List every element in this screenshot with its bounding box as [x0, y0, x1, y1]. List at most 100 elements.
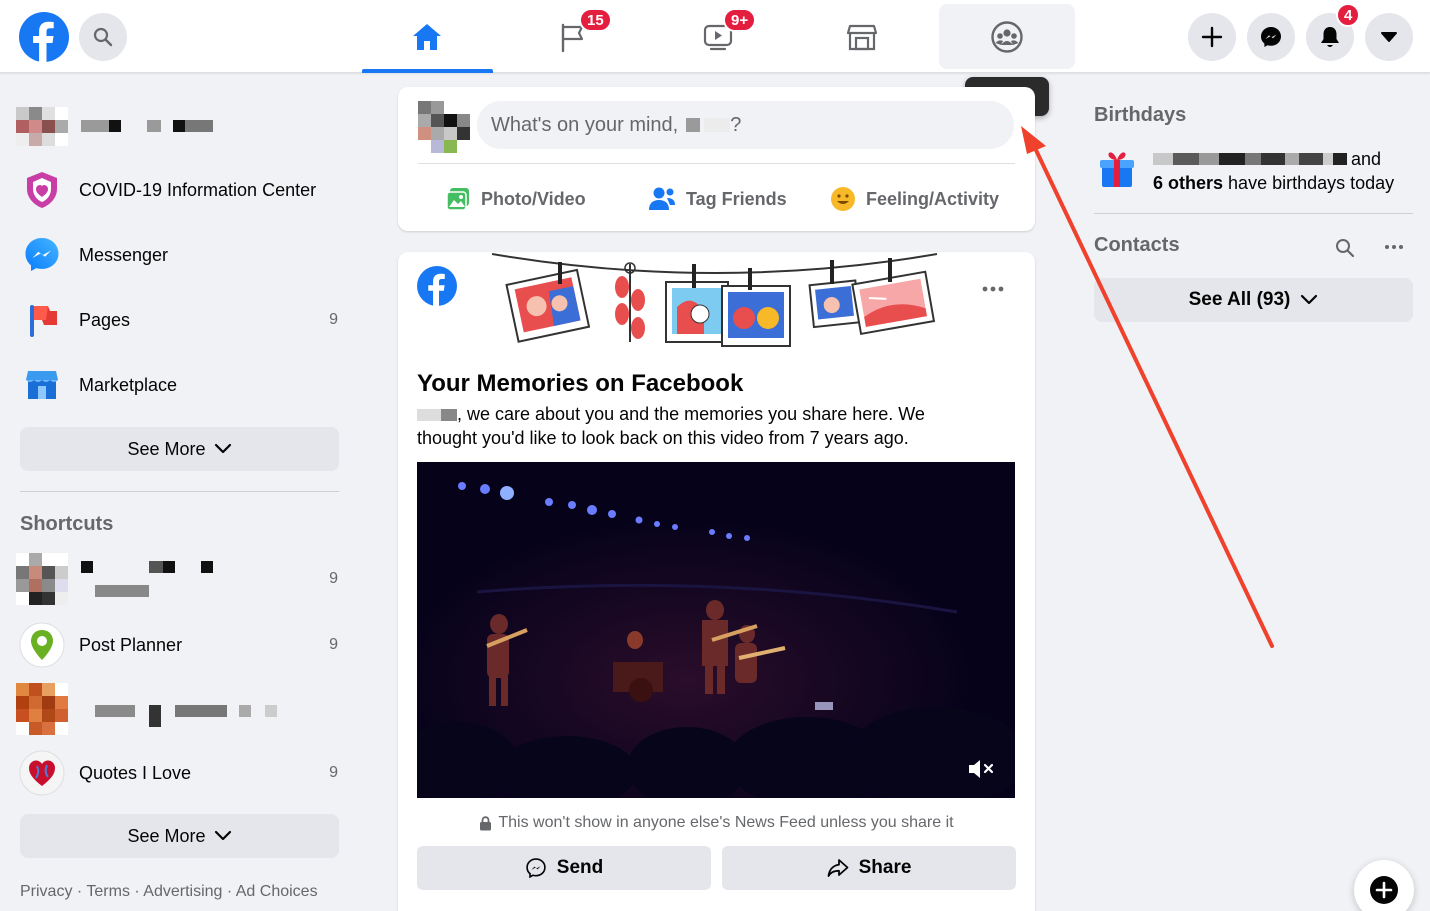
see-more-label: See More: [127, 438, 206, 459]
account-menu-button[interactable]: [1365, 13, 1413, 61]
see-more-shortcuts-button[interactable]: See More: [20, 814, 339, 858]
tab-watch[interactable]: 9+: [650, 4, 786, 69]
name-redacted: [417, 409, 457, 422]
shortcut-count: 9: [329, 570, 338, 587]
shortcut-item-post-planner[interactable]: Post Planner 9: [16, 617, 346, 673]
post-composer: What's on your mind, ? Photo/Video Tag F…: [398, 87, 1035, 231]
photo-icon: [446, 188, 469, 211]
birthday-notice[interactable]: and 6 others have birthdays today: [1153, 147, 1423, 195]
sidebar-profile[interactable]: [16, 98, 346, 154]
memory-title: Your Memories on Facebook: [417, 370, 744, 397]
birthday-and: and: [1351, 149, 1382, 169]
sidebar-item-label: Pages: [79, 309, 131, 330]
more-options-icon[interactable]: [982, 285, 1004, 293]
share-label: Share: [858, 857, 912, 878]
tab-groups[interactable]: [939, 4, 1075, 69]
composer-divider: [418, 163, 1015, 164]
memory-body: , we care about you and the memories you…: [417, 402, 977, 450]
contacts-options-icon[interactable]: [1384, 244, 1404, 250]
birthdays-title: Birthdays: [1094, 104, 1187, 126]
groups-icon: [991, 20, 1023, 53]
marketplace-icon: [26, 371, 58, 399]
chevron-down-icon: [214, 443, 231, 454]
see-more-label: See More: [127, 825, 206, 846]
facebook-logo-icon: [417, 266, 457, 306]
see-all-label: See All (93): [1188, 289, 1291, 310]
sidebar-item-marketplace[interactable]: Marketplace: [16, 357, 346, 413]
shortcut-avatar: [16, 553, 68, 605]
shortcut-name-redacted: [81, 561, 213, 597]
create-button[interactable]: [1188, 13, 1236, 61]
birthday-suffix: have birthdays today: [1228, 173, 1395, 193]
messenger-icon: [25, 238, 59, 271]
tab-pages[interactable]: 15: [505, 4, 641, 69]
sidebar-item-label: COVID-19 Information Center: [79, 179, 317, 200]
store-icon: [846, 24, 878, 50]
sidebar-item-pages[interactable]: Pages 9: [16, 292, 346, 348]
share-button[interactable]: Share: [722, 846, 1016, 890]
footer-links[interactable]: Privacy · Terms · Advertising · Ad Choic…: [20, 883, 318, 901]
memory-video[interactable]: [417, 462, 1015, 798]
shortcut-item[interactable]: 9: [16, 548, 346, 610]
shortcut-item[interactable]: [16, 681, 346, 737]
concert-video-frame: [417, 462, 1015, 798]
new-message-button[interactable]: [1354, 860, 1414, 911]
heart-icon: [19, 750, 65, 796]
share-icon: [827, 859, 848, 877]
tag-friends-button[interactable]: Tag Friends: [648, 183, 787, 215]
covid-shield-icon: [27, 172, 57, 208]
chevron-down-icon: [1301, 294, 1318, 305]
caret-down-icon: [1381, 32, 1397, 42]
messenger-icon: [1261, 27, 1281, 47]
feeling-activity-label: Feeling/Activity: [866, 188, 1000, 209]
shortcut-count: 9: [329, 636, 338, 653]
sidebar-item-covid[interactable]: COVID-19 Information Center: [16, 162, 346, 218]
search-button[interactable]: [79, 13, 127, 61]
memory-body-text: , we care about you and the memories you…: [417, 404, 925, 448]
shortcut-count: 9: [329, 764, 338, 781]
birthday-line-2: 6 others have birthdays today: [1153, 171, 1423, 195]
feeling-icon: [831, 187, 855, 211]
top-navigation-bar: 15 9+ 4: [0, 0, 1430, 73]
birthday-others[interactable]: 6 others: [1153, 173, 1223, 193]
tab-marketplace[interactable]: [794, 4, 930, 69]
mute-icon[interactable]: [967, 758, 995, 780]
plus-icon: [1201, 26, 1223, 48]
photo-video-button[interactable]: Photo/Video: [445, 183, 586, 215]
birthday-line-1: and: [1153, 147, 1423, 171]
send-button[interactable]: Send: [417, 846, 711, 890]
memories-illustration: [492, 253, 938, 347]
memories-post-card: Your Memories on Facebook , we care abou…: [398, 252, 1035, 911]
tag-friends-label: Tag Friends: [686, 188, 787, 209]
facebook-logo-icon[interactable]: [19, 12, 69, 62]
lock-icon: [480, 815, 492, 830]
privacy-note: This won't show in anyone else's News Fe…: [398, 814, 1035, 832]
feeling-activity-button[interactable]: Feeling/Activity: [830, 183, 999, 215]
profile-name-redacted: [81, 120, 213, 132]
pages-flag-icon: [30, 305, 57, 337]
shortcut-item-quotes-i-love[interactable]: Quotes I Love 9: [16, 745, 346, 801]
notifications-badge: 4: [1336, 3, 1361, 27]
shortcut-name-redacted: [95, 705, 277, 727]
composer-input[interactable]: What's on your mind, ?: [477, 101, 1014, 149]
messenger-outline-icon: [526, 858, 546, 879]
shortcut-avatar: [16, 683, 68, 735]
composer-placeholder: What's on your mind,: [491, 113, 679, 136]
composer-placeholder-end: ?: [730, 113, 742, 136]
home-icon: [413, 23, 441, 50]
sidebar-item-messenger[interactable]: Messenger: [16, 227, 346, 283]
name-redacted: [686, 118, 701, 132]
sidebar-item-label: Messenger: [79, 244, 169, 265]
tab-home[interactable]: [359, 4, 495, 69]
profile-avatar: [16, 100, 68, 152]
sidebar-item-label: Marketplace: [79, 374, 178, 395]
messenger-button[interactable]: [1247, 13, 1295, 61]
sidebar-item-count: 9: [329, 311, 338, 328]
see-all-contacts-button[interactable]: See All (93): [1094, 278, 1413, 322]
search-contacts-icon[interactable]: [1335, 238, 1355, 258]
see-more-button[interactable]: See More: [20, 427, 339, 471]
composer-avatar: [418, 101, 470, 153]
tag-friends-icon: [649, 187, 675, 210]
contacts-title: Contacts: [1094, 234, 1180, 256]
post-planner-icon: [19, 622, 65, 668]
